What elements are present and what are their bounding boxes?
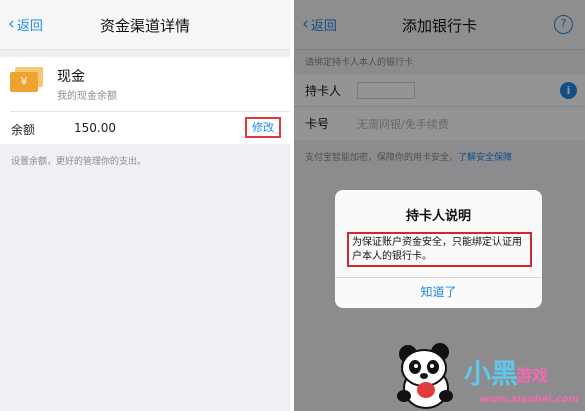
section-gap bbox=[0, 50, 290, 57]
dialog-ok-button[interactable]: 知道了 bbox=[335, 277, 542, 308]
hint-area bbox=[0, 144, 290, 411]
cash-title: 现金 bbox=[57, 69, 85, 85]
cardholder-dialog: 持卡人说明 为保证账户资金安全，只能绑定认证用户本人的银行卡。 知道了 bbox=[335, 190, 542, 308]
cash-subtitle: 我的现金余额 bbox=[57, 91, 117, 102]
edit-balance-button[interactable]: 修改 bbox=[245, 117, 281, 138]
watermark-url: www.xiaohei.com bbox=[480, 394, 579, 405]
balance-value: 150.00 bbox=[74, 121, 116, 135]
watermark-brand: 小黑 bbox=[464, 359, 518, 390]
dialog-title: 持卡人说明 bbox=[405, 209, 471, 224]
dialog-message: 为保证账户资金安全，只能绑定认证用户本人的银行卡。 bbox=[347, 232, 532, 267]
balance-label: 余额 bbox=[11, 123, 36, 137]
balance-hint: 设置余额，更好的管理你的支出。 bbox=[11, 157, 147, 167]
cash-icon: ¥ bbox=[10, 67, 43, 93]
nav-bar: ‹ 返回 资金渠道详情 bbox=[0, 0, 290, 50]
panda-logo-icon bbox=[397, 343, 453, 409]
page-title: 资金渠道详情 bbox=[99, 17, 190, 35]
fund-channel-detail-screen: ‹ 返回 资金渠道详情 ¥ 现金 我的现金余额 余额 150.00 修改 设置余… bbox=[0, 0, 290, 411]
site-watermark: 小黑 游戏 www.xiaohei.com bbox=[388, 338, 585, 411]
watermark-sub: 游戏 bbox=[516, 366, 549, 385]
divider bbox=[10, 111, 290, 112]
